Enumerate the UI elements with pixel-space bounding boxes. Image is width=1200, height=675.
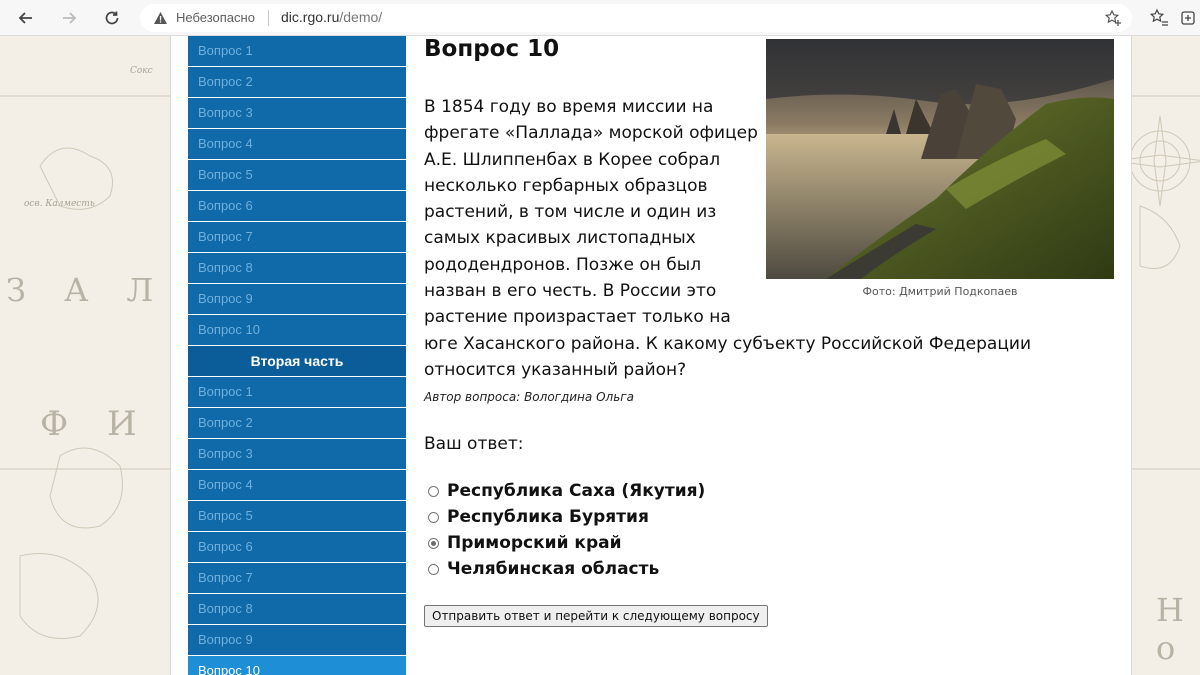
answer-options: Республика Саха (Якутия) Республика Бурят… [428, 478, 705, 582]
arrow-right-icon [63, 12, 77, 24]
answer-option-label[interactable]: Приморский край [447, 533, 622, 553]
sidebar-item-part1-q2[interactable]: Вопрос 2 [188, 67, 406, 97]
arrow-left-icon [18, 12, 32, 24]
radio-button[interactable] [428, 537, 439, 549]
radio-button[interactable] [428, 511, 439, 523]
submit-answer-button[interactable]: Отправить ответ и перейти к следующему в… [424, 605, 768, 627]
sidebar-item-part1-q1[interactable]: Вопрос 1 [188, 36, 406, 66]
sidebar-item-part2-q10[interactable]: Вопрос 10 [188, 656, 406, 675]
question-title: Вопрос 10 [424, 36, 560, 62]
map-small-label: Сокс [130, 66, 153, 76]
map-label-no: Н о [1156, 591, 1194, 667]
sidebar-item-part2-q3[interactable]: Вопрос 3 [188, 439, 406, 469]
sidebar-item-part1-q5[interactable]: Вопрос 5 [188, 160, 406, 190]
address-bar[interactable]: Небезопасно dic.rgo.ru/demo/ [140, 4, 1132, 32]
back-button[interactable] [14, 6, 38, 30]
sidebar-item-part2-q2[interactable]: Вопрос 2 [188, 408, 406, 438]
sidebar-item-part1-q9[interactable]: Вопрос 9 [188, 284, 406, 314]
url-text[interactable]: dic.rgo.ru/demo/ [281, 9, 382, 25]
sidebar-item-part2-q7[interactable]: Вопрос 7 [188, 563, 406, 593]
question-text-block: В 1854 году во время миссии на фрегате «… [424, 94, 1104, 383]
radio-button[interactable] [428, 563, 439, 575]
answer-option[interactable]: Челябинская область [428, 556, 705, 582]
sidebar-item-part2-q5[interactable]: Вопрос 5 [188, 501, 406, 531]
sidebar-item-part2-q4[interactable]: Вопрос 4 [188, 470, 406, 500]
sidebar-item-part2-q1[interactable]: Вопрос 1 [188, 377, 406, 407]
reload-button[interactable] [100, 6, 124, 30]
sidebar-heading-part2: Вторая часть [188, 346, 406, 376]
url-host: dic.rgo.ru [281, 9, 340, 25]
collections-button[interactable] [1178, 7, 1200, 29]
answer-option-label[interactable]: Республика Бурятия [447, 507, 649, 527]
address-divider [268, 10, 269, 26]
answer-option[interactable]: Приморский край [428, 530, 705, 556]
favorites-button[interactable] [1148, 7, 1170, 29]
star-plus-icon [1104, 9, 1121, 26]
sidebar-item-part2-q9[interactable]: Вопрос 9 [188, 625, 406, 655]
sidebar-item-part1-q3[interactable]: Вопрос 3 [188, 98, 406, 128]
forward-button[interactable] [57, 6, 81, 30]
question-sidebar: Вопрос 1 Вопрос 2 Вопрос 3 Вопрос 4 Вопрос 5… [188, 36, 406, 675]
url-path: /demo/ [339, 9, 383, 25]
security-status[interactable]: Небезопасно [176, 10, 255, 25]
sidebar-item-part1-q4[interactable]: Вопрос 4 [188, 129, 406, 159]
warning-icon[interactable] [152, 10, 168, 26]
sidebar-item-part1-q7[interactable]: Вопрос 7 [188, 222, 406, 252]
sidebar-item-part2-q6[interactable]: Вопрос 6 [188, 532, 406, 562]
answer-option[interactable]: Республика Бурятия [428, 504, 705, 530]
sidebar-item-part2-q8[interactable]: Вопрос 8 [188, 594, 406, 624]
sidebar-item-part1-q6[interactable]: Вопрос 6 [188, 191, 406, 221]
question-content: Вопрос 10 Фото: Дмитрий Подкопаев В 1854… [424, 36, 1124, 675]
browser-toolbar: Небезопасно dic.rgo.ru/demo/ [0, 0, 1200, 36]
sidebar-part2: Вопрос 1 Вопрос 2 Вопрос 3 Вопрос 4 Вопрос 5… [188, 377, 406, 675]
answer-option-label[interactable]: Республика Саха (Якутия) [447, 481, 705, 501]
answer-option-label[interactable]: Челябинская область [447, 559, 659, 579]
collections-icon [1181, 11, 1195, 25]
answer-option[interactable]: Республика Саха (Якутия) [428, 478, 705, 504]
sidebar-item-part1-q10[interactable]: Вопрос 10 [188, 315, 406, 345]
page-container: Вопрос 1 Вопрос 2 Вопрос 3 Вопрос 4 Вопрос 5… [170, 36, 1132, 675]
radio-button[interactable] [428, 485, 439, 497]
reload-icon [105, 11, 119, 25]
map-small-label: осв. Калместь [24, 199, 95, 209]
photo-spacer [762, 94, 1104, 330]
sidebar-part1: Вопрос 1 Вопрос 2 Вопрос 3 Вопрос 4 Вопрос 5… [188, 36, 406, 345]
answer-label: Ваш ответ: [424, 434, 524, 454]
question-author: Автор вопроса: Вологдина Ольга [424, 390, 634, 404]
add-favorite-button[interactable] [1104, 9, 1122, 27]
sidebar-item-part1-q8[interactable]: Вопрос 8 [188, 253, 406, 283]
favorites-list-icon [1149, 8, 1168, 26]
